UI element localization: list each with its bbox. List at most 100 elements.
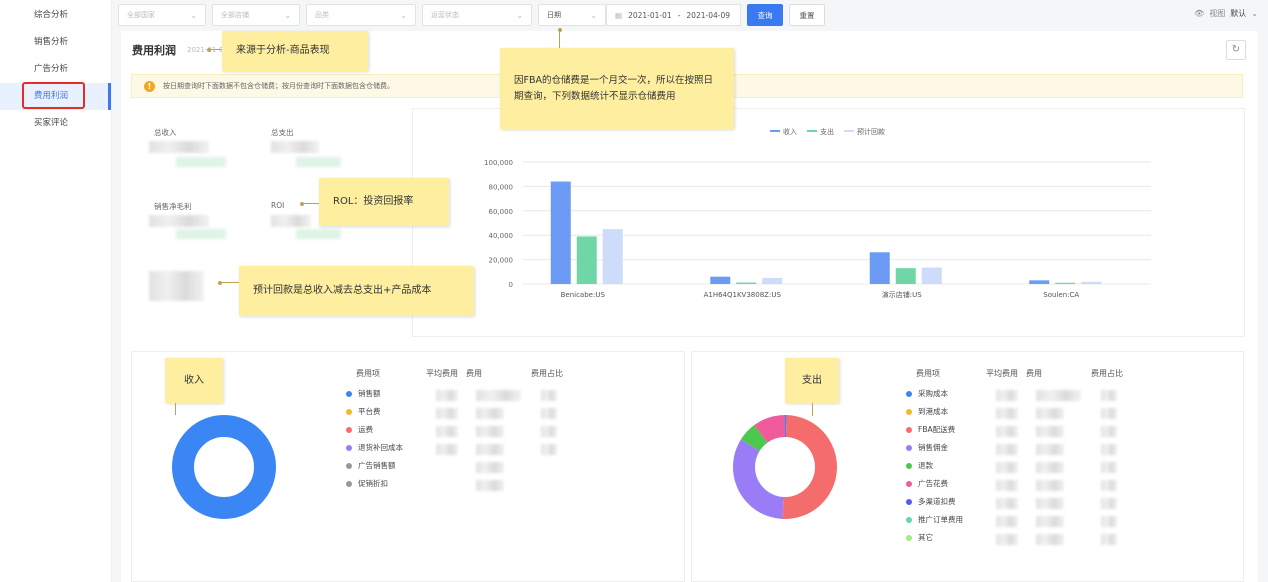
redacted-value [1036, 462, 1064, 473]
redacted-value [996, 462, 1018, 473]
y-tick-label: 80,000 [489, 183, 514, 191]
legend-dot-icon [346, 444, 352, 451]
bar-chart-container: 0 20,000 40,000 60,000 80,000 100,000 Benicabe… [412, 108, 1245, 337]
legend-dot-icon [906, 480, 912, 487]
sidebar-item-overview[interactable]: 综合分析 [0, 2, 111, 29]
table-row: 平台费 [346, 406, 381, 417]
table-cell-item: 运费 [358, 425, 373, 434]
category-select[interactable]: 品类 ⌄ [306, 4, 416, 26]
table-row: 促销折扣 [346, 478, 388, 489]
kpi-change-redacted [296, 157, 341, 167]
bar [1055, 282, 1076, 284]
country-select[interactable]: 全部国家 ⌄ [118, 4, 206, 26]
table-cell-item: 促销折扣 [358, 479, 388, 488]
redacted-value [436, 408, 458, 419]
bar [762, 277, 783, 284]
redacted-value [1036, 426, 1064, 437]
sidebar-item-reviews[interactable]: 买家评论 [0, 110, 111, 137]
view-switcher[interactable]: 👁 视图 默认 ⌄ [1194, 8, 1258, 19]
kpi-change-redacted [296, 229, 341, 239]
redacted-value [996, 498, 1018, 509]
table-row: FBA配送费 [906, 424, 955, 435]
table-cell-item: 多渠道扣费 [918, 497, 956, 506]
redacted-value [476, 390, 521, 401]
legend-dot-icon [346, 480, 352, 487]
table-cell-item: 采购成本 [918, 389, 948, 398]
status-placeholder: 运营状态 [431, 11, 459, 19]
store-select[interactable]: 全部店铺 ⌄ [212, 4, 300, 26]
y-tick-label: 0 [509, 281, 513, 289]
chevron-down-icon: ⌄ [400, 10, 407, 20]
annotation-payback-note: 预计回款是总收入减去总支出+产品成本 [239, 266, 474, 316]
eye-icon: 👁 [1194, 9, 1205, 18]
redacted-value [476, 480, 504, 491]
redacted-value [541, 444, 557, 455]
legend-label: 支出 [820, 127, 834, 136]
sidebar-item-sales[interactable]: 销售分析 [0, 29, 111, 56]
redacted-value [436, 444, 458, 455]
kpi-value-redacted [271, 215, 311, 227]
table-header: 费用 [1026, 369, 1042, 378]
redacted-value [1036, 534, 1064, 545]
income-breakdown-table: 费用项 平均费用 费用 费用占比 销售额 平台费 运费 退货补回成本 广告销售额 促销折扣 [346, 368, 676, 568]
page-title: 费用利润 [132, 44, 176, 57]
date-start: 2021-01-01 [628, 10, 672, 20]
annotation-connector [812, 403, 813, 416]
refresh-button[interactable]: ↻ [1226, 40, 1246, 60]
sidebar-item-label: 广告分析 [34, 64, 69, 74]
legend-dot-icon [906, 444, 912, 451]
table-row: 广告销售额 [346, 460, 396, 471]
redacted-value [1036, 516, 1064, 527]
expense-card: 费用项 平均费用 费用 费用占比 采购成本 到港成本 FBA配送费 销售佣金 退款 广告花费 多渠道… [691, 351, 1244, 582]
expense-donut-chart [733, 415, 838, 519]
table-header: 费用项 [916, 369, 940, 378]
sidebar-item-cost-profit[interactable]: 费用利润 [0, 82, 111, 110]
legend-dot-icon [346, 462, 352, 469]
redacted-value [996, 444, 1018, 455]
sidebar-item-ads[interactable]: 广告分析 [0, 56, 111, 83]
reset-button[interactable]: 重置 [789, 4, 825, 26]
bar [602, 229, 623, 284]
redacted-value [1036, 480, 1064, 491]
x-tick-label: A1H64Q1KV3808Z:US [704, 291, 782, 299]
view-value: 默认 [1230, 9, 1247, 18]
table-header: 费用项 [356, 369, 380, 378]
redacted-value [1036, 444, 1064, 455]
category-placeholder: 品类 [315, 11, 329, 19]
date-range-input[interactable]: ▦ 2021-01-01 - 2021-04-09 [606, 4, 741, 26]
table-cell-item: 退货补回成本 [358, 443, 403, 452]
redacted-value [476, 426, 504, 437]
legend-dot-icon [906, 516, 912, 523]
bar [869, 252, 890, 284]
redacted-value [1101, 498, 1117, 509]
date-type-select[interactable]: 日期 ⌄ [538, 4, 606, 26]
table-cell-item: 到港成本 [918, 407, 948, 416]
x-tick-label: Soulen:CA [1043, 291, 1079, 299]
bar [1081, 281, 1102, 284]
chevron-down-icon: ⌄ [516, 10, 523, 20]
legend-dot-icon [906, 498, 912, 505]
redacted-value [1101, 480, 1117, 491]
table-row: 退款 [906, 460, 933, 471]
redacted-value [1036, 390, 1081, 401]
status-select[interactable]: 运营状态 ⌄ [422, 4, 532, 26]
redacted-value [1036, 408, 1064, 419]
kpi-payback-redacted [149, 271, 204, 301]
kpi-value-redacted [149, 141, 209, 153]
table-row: 销售额 [346, 388, 381, 399]
redacted-value [476, 408, 504, 419]
table-cell-item: 广告花费 [918, 479, 948, 488]
y-tick-label: 20,000 [489, 257, 514, 265]
table-cell-item: 销售额 [358, 389, 381, 398]
country-placeholder: 全部国家 [127, 11, 155, 19]
legend-dot-icon [906, 408, 912, 415]
income-donut-chart [172, 415, 276, 519]
table-row: 采购成本 [906, 388, 948, 399]
query-button[interactable]: 查询 [747, 4, 783, 26]
kpi-net-margin-label: 销售净毛利 [154, 202, 192, 211]
chevron-down-icon: ⌄ [1251, 9, 1258, 18]
legend-label: 收入 [783, 127, 797, 136]
kpi-total-income-label: 总收入 [154, 128, 177, 137]
annotation-source-note: 来源于分析-商品表现 [222, 31, 368, 71]
donut-slice [733, 439, 784, 519]
